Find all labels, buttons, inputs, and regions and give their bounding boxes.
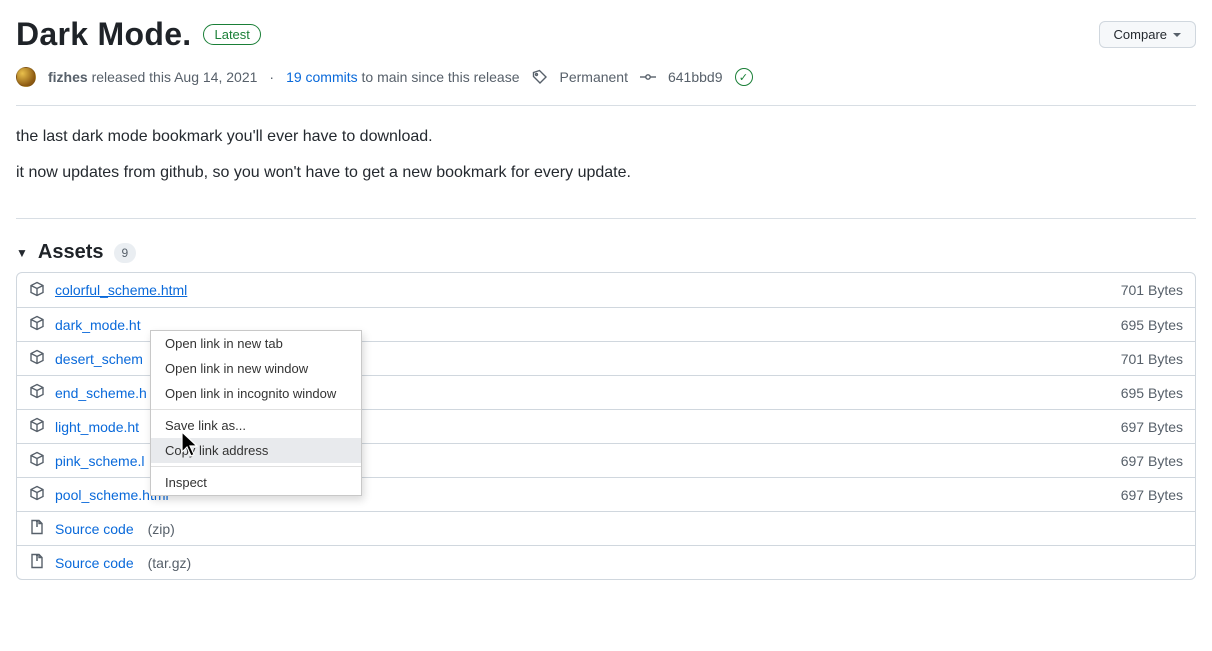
chevron-down-icon (1173, 33, 1181, 37)
context-menu-item[interactable]: Save link as... (151, 413, 361, 438)
package-icon (29, 315, 45, 334)
asset-link[interactable]: end_scheme.h (55, 385, 147, 401)
asset-left: desert_schem (29, 349, 143, 368)
asset-left: colorful_scheme.html (29, 281, 187, 300)
release-title: Dark Mode. (16, 16, 191, 53)
release-header: Dark Mode. Latest Compare (16, 16, 1196, 53)
package-icon (29, 383, 45, 402)
release-meta: fizhes released this Aug 14, 2021 · 19 c… (16, 61, 1196, 106)
avatar[interactable] (16, 67, 36, 87)
commit-icon (640, 69, 656, 85)
package-icon (29, 451, 45, 470)
file-zip-icon (29, 553, 45, 572)
package-icon (29, 485, 45, 504)
asset-link[interactable]: pink_scheme.l (55, 453, 145, 469)
dot-separator: · (269, 69, 274, 85)
asset-size: 697 Bytes (1121, 419, 1183, 435)
assets-count: 9 (114, 243, 137, 263)
asset-row: colorful_scheme.html 701 Bytes (17, 273, 1195, 307)
asset-size: 695 Bytes (1121, 385, 1183, 401)
context-menu-item[interactable]: Open link in new window (151, 356, 361, 381)
asset-row: Source code (tar.gz) (17, 545, 1195, 579)
asset-link[interactable]: light_mode.ht (55, 419, 139, 435)
asset-ext: (tar.gz) (148, 555, 192, 571)
commits-suffix: to main since this release (362, 69, 520, 85)
context-menu-separator (151, 409, 361, 410)
context-menu-separator (151, 466, 361, 467)
description-line: it now updates from github, so you won't… (16, 164, 1196, 182)
title-wrap: Dark Mode. Latest (16, 16, 261, 53)
assets-title: Assets (38, 241, 104, 264)
disclosure-triangle-icon: ▼ (16, 246, 28, 260)
asset-left: pool_scheme.html (29, 485, 169, 504)
tag-icon (532, 69, 548, 85)
compare-button[interactable]: Compare (1099, 21, 1196, 48)
commits-link[interactable]: 19 commits (286, 69, 358, 85)
asset-left: light_mode.ht (29, 417, 139, 436)
asset-link[interactable]: colorful_scheme.html (55, 282, 187, 298)
asset-size: 701 Bytes (1121, 351, 1183, 367)
verified-icon[interactable]: ✓ (735, 68, 753, 86)
asset-left: pink_scheme.l (29, 451, 145, 470)
asset-size: 697 Bytes (1121, 487, 1183, 503)
context-menu-item[interactable]: Open link in new tab (151, 331, 361, 356)
asset-row: Source code (zip) (17, 511, 1195, 545)
context-menu: Open link in new tabOpen link in new win… (150, 330, 362, 496)
package-icon (29, 349, 45, 368)
released-text: released this (92, 69, 171, 85)
asset-size: 695 Bytes (1121, 317, 1183, 333)
compare-label: Compare (1114, 27, 1167, 42)
asset-left: Source code (tar.gz) (29, 553, 191, 572)
author-link[interactable]: fizhes (48, 69, 88, 85)
context-menu-item[interactable]: Inspect (151, 470, 361, 495)
commit-sha[interactable]: 641bbd9 (668, 69, 723, 85)
assets-toggle[interactable]: ▼ Assets 9 (16, 241, 1196, 264)
asset-link[interactable]: desert_schem (55, 351, 143, 367)
file-zip-icon (29, 519, 45, 538)
tag-label[interactable]: Permanent (560, 69, 628, 85)
asset-link[interactable]: Source code (55, 521, 134, 537)
asset-size: 701 Bytes (1121, 282, 1183, 298)
release-date: Aug 14, 2021 (174, 69, 257, 85)
context-menu-item[interactable]: Open link in incognito window (151, 381, 361, 406)
release-description: the last dark mode bookmark you'll ever … (16, 106, 1196, 219)
asset-ext: (zip) (148, 521, 175, 537)
asset-link[interactable]: dark_mode.ht (55, 317, 141, 333)
asset-left: dark_mode.ht (29, 315, 141, 334)
asset-link[interactable]: Source code (55, 555, 134, 571)
package-icon (29, 417, 45, 436)
asset-left: Source code (zip) (29, 519, 175, 538)
asset-left: end_scheme.h (29, 383, 147, 402)
package-icon (29, 281, 45, 300)
description-line: the last dark mode bookmark you'll ever … (16, 128, 1196, 146)
context-menu-item[interactable]: Copy link address (151, 438, 361, 463)
latest-badge: Latest (203, 24, 260, 45)
asset-size: 697 Bytes (1121, 453, 1183, 469)
